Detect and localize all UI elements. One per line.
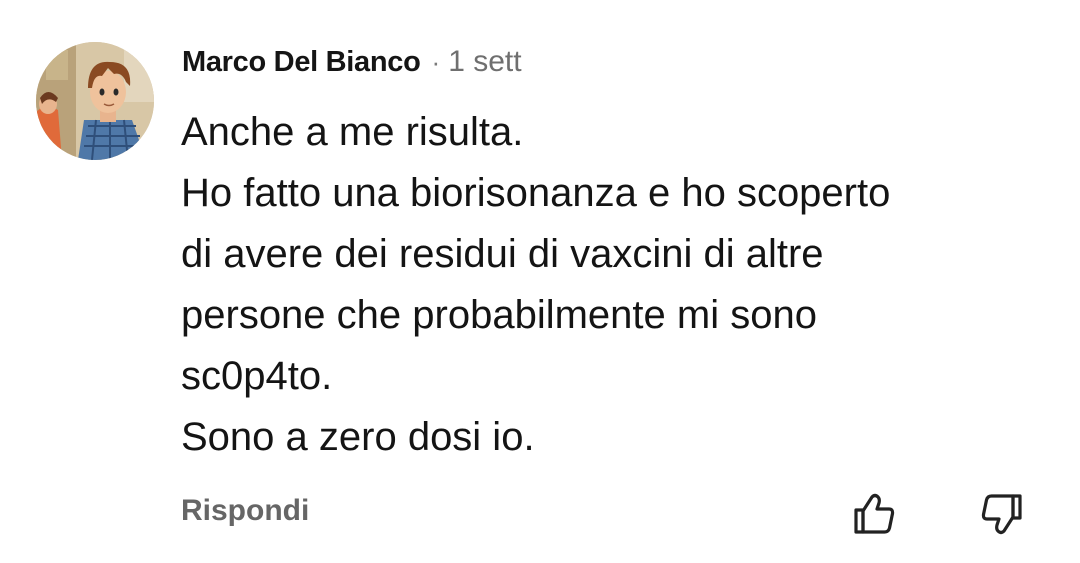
comment-line: Anche a me risulta. — [181, 110, 524, 154]
comment-line: Ho fatto una biorisonanza e ho scoperto — [181, 171, 891, 215]
comment-line: persone che probabilmente mi sono — [181, 293, 817, 337]
comment-header: Marco Del Bianco · 1 sett — [182, 44, 522, 80]
thumbs-up-icon — [854, 493, 895, 534]
separator-dot: · — [431, 46, 441, 77]
comment-text: Anche a me risulta. Ho fatto una bioriso… — [181, 102, 1061, 468]
thumbs-down-icon — [981, 494, 1022, 535]
comment-line: sc0p4to. — [181, 354, 333, 398]
avatar-illustration-icon — [36, 42, 154, 160]
avatar[interactable] — [36, 42, 154, 160]
comment: Marco Del Bianco · 1 sett Anche a me ris… — [0, 0, 1080, 563]
author-name[interactable]: Marco Del Bianco — [182, 46, 421, 79]
like-button[interactable] — [846, 486, 902, 542]
timestamp: 1 sett — [448, 45, 522, 78]
comment-line: Sono a zero dosi io. — [181, 415, 535, 459]
reply-button[interactable]: Rispondi — [181, 494, 309, 528]
dislike-button[interactable] — [974, 486, 1030, 542]
comment-line: di avere dei residui di vaxcini di altre — [181, 232, 824, 276]
